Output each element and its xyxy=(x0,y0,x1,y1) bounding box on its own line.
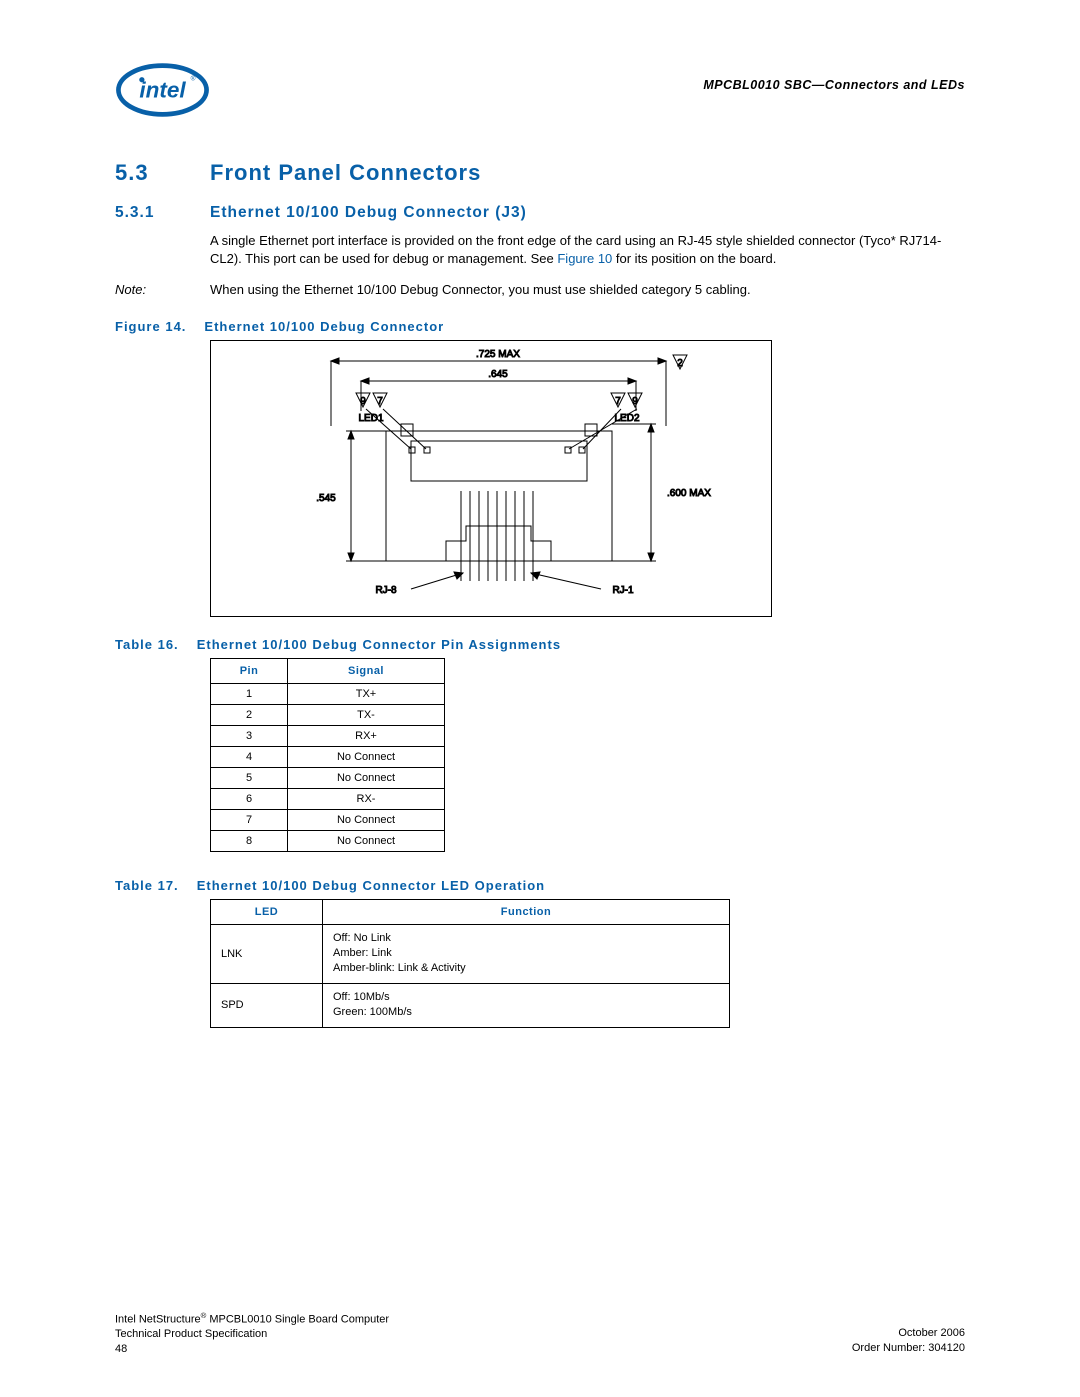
function-cell: Off: No LinkAmber: LinkAmber-blink: Link… xyxy=(323,924,730,983)
led-cell: SPD xyxy=(211,983,323,1027)
subsection-number: 5.3.1 xyxy=(115,204,210,222)
signal-cell: No Connect xyxy=(288,809,445,830)
signal-cell: No Connect xyxy=(288,767,445,788)
para1-text-b: for its position on the board. xyxy=(612,251,776,266)
signal-cell: RX+ xyxy=(288,725,445,746)
pin-assignments-table: Pin Signal 1TX+2TX-3RX+4No Connect5No Co… xyxy=(210,658,445,852)
table17-title: Ethernet 10/100 Debug Connector LED Oper… xyxy=(197,878,545,893)
table17-col-led: LED xyxy=(211,899,323,924)
table16-title: Ethernet 10/100 Debug Connector Pin Assi… xyxy=(197,637,561,652)
note-label: Note: xyxy=(115,281,210,299)
pin-cell: 4 xyxy=(211,746,288,767)
pin-cell: 7 xyxy=(211,809,288,830)
svg-text:®: ® xyxy=(191,75,196,83)
dim-600: .600 MAX xyxy=(667,488,711,499)
dim-545: .545 xyxy=(316,493,336,504)
pin-cell: 5 xyxy=(211,767,288,788)
pin-cell: 2 xyxy=(211,704,288,725)
led-cell: LNK xyxy=(211,924,323,983)
signal-cell: RX- xyxy=(288,788,445,809)
header-doc-title: MPCBL0010 SBC—Connectors and LEDs xyxy=(703,60,965,92)
table17-col-function: Function xyxy=(323,899,730,924)
signal-cell: TX- xyxy=(288,704,445,725)
footer-date: October 2006 xyxy=(852,1326,965,1341)
note-text: When using the Ethernet 10/100 Debug Con… xyxy=(210,281,965,299)
subsection-heading: 5.3.1 Ethernet 10/100 Debug Connector (J… xyxy=(115,204,965,222)
section-number: 5.3 xyxy=(115,160,210,186)
svg-text:2: 2 xyxy=(677,358,683,369)
function-cell: Off: 10Mb/sGreen: 100Mb/s xyxy=(323,983,730,1027)
signal-cell: No Connect xyxy=(288,746,445,767)
table-row: 5No Connect xyxy=(211,767,445,788)
paragraph-1: A single Ethernet port interface is prov… xyxy=(115,232,965,267)
page-footer: Intel NetStructure® MPCBL0010 Single Boa… xyxy=(115,1271,965,1357)
table-row: SPDOff: 10Mb/sGreen: 100Mb/s xyxy=(211,983,730,1027)
table16-col-pin: Pin xyxy=(211,658,288,683)
table-row: LNKOff: No LinkAmber: LinkAmber-blink: L… xyxy=(211,924,730,983)
pin-cell: 3 xyxy=(211,725,288,746)
table-row: 2TX- xyxy=(211,704,445,725)
section-title: Front Panel Connectors xyxy=(210,160,481,186)
led1-label: LED1 xyxy=(358,413,383,424)
svg-text:9: 9 xyxy=(632,396,638,407)
table16-number: Table 16. xyxy=(115,637,179,652)
figure-ref-link[interactable]: Figure 10 xyxy=(557,251,612,266)
dim-645: .645 xyxy=(488,369,508,380)
table16-col-signal: Signal xyxy=(288,658,445,683)
pin-cell: 8 xyxy=(211,830,288,851)
table-row: 7No Connect xyxy=(211,809,445,830)
signal-cell: TX+ xyxy=(288,683,445,704)
table-row: 4No Connect xyxy=(211,746,445,767)
rj1-label: RJ-1 xyxy=(612,585,634,596)
footer-product-suffix: MPCBL0010 Single Board Computer xyxy=(206,1313,389,1325)
svg-text:7: 7 xyxy=(377,396,383,407)
note-row: Note: When using the Ethernet 10/100 Deb… xyxy=(115,281,965,299)
subsection-title: Ethernet 10/100 Debug Connector (J3) xyxy=(210,204,527,222)
table-row: 1TX+ xyxy=(211,683,445,704)
signal-cell: No Connect xyxy=(288,830,445,851)
pin-cell: 6 xyxy=(211,788,288,809)
intel-logo: intel ® xyxy=(115,60,210,120)
table-row: 8No Connect xyxy=(211,830,445,851)
figure14-title: Ethernet 10/100 Debug Connector xyxy=(204,319,444,334)
dim-725: .725 MAX xyxy=(476,349,520,360)
table17-caption: Table 17. Ethernet 10/100 Debug Connecto… xyxy=(115,878,965,893)
footer-page: 48 xyxy=(115,1342,389,1357)
footer-spec: Technical Product Specification xyxy=(115,1327,389,1342)
footer-product: Intel NetStructure xyxy=(115,1313,201,1325)
section-heading: 5.3 Front Panel Connectors xyxy=(115,160,965,186)
figure14-diagram: .725 MAX .645 9 7 LED1 xyxy=(210,340,772,617)
table-row: 6RX- xyxy=(211,788,445,809)
svg-text:intel: intel xyxy=(139,78,186,103)
rj8-label: RJ-8 xyxy=(375,585,397,596)
led-operation-table: LED Function LNKOff: No LinkAmber: LinkA… xyxy=(210,899,730,1028)
svg-text:7: 7 xyxy=(615,396,621,407)
table-row: 3RX+ xyxy=(211,725,445,746)
pin-cell: 1 xyxy=(211,683,288,704)
figure14-caption: Figure 14. Ethernet 10/100 Debug Connect… xyxy=(115,319,965,334)
table17-number: Table 17. xyxy=(115,878,179,893)
footer-order: Order Number: 304120 xyxy=(852,1341,965,1356)
figure14-number: Figure 14. xyxy=(115,319,186,334)
table16-caption: Table 16. Ethernet 10/100 Debug Connecto… xyxy=(115,637,965,652)
